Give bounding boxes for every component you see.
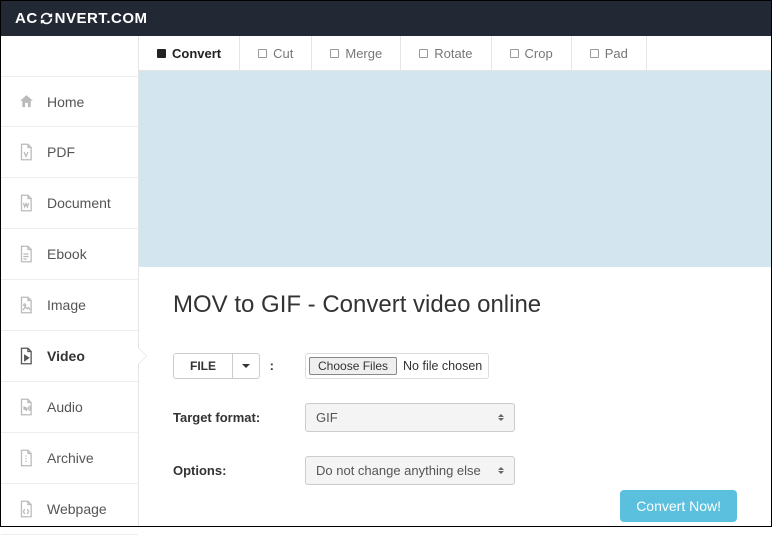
file-row: FILE : Choose Files No file chosen [173, 353, 737, 379]
tab-rotate[interactable]: Rotate [401, 36, 491, 70]
webpage-file-icon [17, 500, 35, 518]
sidebar-item-document[interactable]: Document [1, 178, 138, 229]
tab-label: Pad [605, 46, 628, 61]
file-source-button[interactable]: FILE [174, 354, 232, 378]
sidebar-item-label: Archive [47, 450, 94, 466]
tab-cut[interactable]: Cut [240, 36, 312, 70]
sidebar-item-webpage[interactable]: Webpage [1, 484, 138, 535]
square-icon [258, 49, 267, 58]
image-file-icon [17, 296, 35, 314]
refresh-icon [40, 12, 53, 25]
square-icon [590, 49, 599, 58]
main-area: Convert Cut Merge Rotate Crop Pad [139, 36, 771, 526]
sidebar-item-label: Video [47, 348, 85, 364]
select-caret-icon [498, 467, 504, 474]
tab-convert[interactable]: Convert [139, 36, 240, 70]
video-file-icon [17, 347, 35, 365]
sidebar: Home PDF Document Ebook Image [1, 36, 139, 526]
tab-label: Rotate [434, 46, 472, 61]
tab-merge[interactable]: Merge [312, 36, 401, 70]
page-title: MOV to GIF - Convert video online [173, 291, 737, 319]
tab-pad[interactable]: Pad [572, 36, 647, 70]
sidebar-item-ebook[interactable]: Ebook [1, 229, 138, 280]
colon: : [270, 358, 274, 373]
tab-label: Convert [172, 46, 221, 61]
sidebar-item-archive[interactable]: Archive [1, 433, 138, 484]
select-value: Do not change anything else [316, 463, 481, 478]
square-icon [510, 49, 519, 58]
tab-label: Crop [525, 46, 553, 61]
tab-label: Cut [273, 46, 293, 61]
target-format-label: Target format: [173, 410, 305, 425]
square-icon [330, 49, 339, 58]
tab-crop[interactable]: Crop [492, 36, 572, 70]
ad-banner [139, 71, 771, 267]
select-value: GIF [316, 410, 338, 425]
sidebar-item-label: Ebook [47, 246, 87, 262]
options-label: Options: [173, 463, 305, 478]
sidebar-item-label: Document [47, 195, 111, 211]
document-file-icon [17, 194, 35, 212]
options-select[interactable]: Do not change anything else [305, 456, 515, 485]
sidebar-item-label: Home [47, 94, 84, 110]
convert-now-button[interactable]: Convert Now! [620, 490, 737, 522]
pdf-file-icon [17, 143, 35, 161]
square-icon [419, 49, 428, 58]
chevron-down-icon [242, 364, 250, 368]
sidebar-item-video[interactable]: Video [1, 331, 138, 382]
sidebar-item-pdf[interactable]: PDF [1, 127, 138, 178]
content: MOV to GIF - Convert video online FILE :… [139, 267, 771, 526]
sidebar-item-label: PDF [47, 144, 75, 160]
sidebar-item-label: Audio [47, 399, 83, 415]
select-caret-icon [498, 414, 504, 421]
options-row: Options: Do not change anything else [173, 456, 737, 485]
logo-text-post: NVERT.COM [55, 10, 148, 27]
audio-file-icon [17, 398, 35, 416]
file-source-group: FILE : [173, 353, 305, 379]
sidebar-item-label: Image [47, 297, 86, 313]
file-source-dropdown[interactable] [232, 354, 259, 378]
target-format-select[interactable]: GIF [305, 403, 515, 432]
target-format-row: Target format: GIF [173, 403, 737, 432]
square-icon [157, 49, 166, 58]
sidebar-item-label: Webpage [47, 501, 107, 517]
logo-text-pre: AC [15, 10, 38, 27]
file-input-status: No file chosen [403, 359, 482, 373]
ebook-file-icon [17, 245, 35, 263]
tab-label: Merge [345, 46, 382, 61]
tab-bar: Convert Cut Merge Rotate Crop Pad [139, 36, 771, 71]
site-logo[interactable]: AC NVERT.COM [15, 10, 148, 27]
sidebar-item-audio[interactable]: Audio [1, 382, 138, 433]
home-icon [17, 93, 35, 110]
sidebar-item-image[interactable]: Image [1, 280, 138, 331]
topbar: AC NVERT.COM [1, 1, 771, 36]
sidebar-item-home[interactable]: Home [1, 76, 138, 127]
file-input[interactable]: Choose Files No file chosen [305, 353, 489, 379]
choose-files-button[interactable]: Choose Files [309, 357, 397, 375]
archive-file-icon [17, 449, 35, 467]
